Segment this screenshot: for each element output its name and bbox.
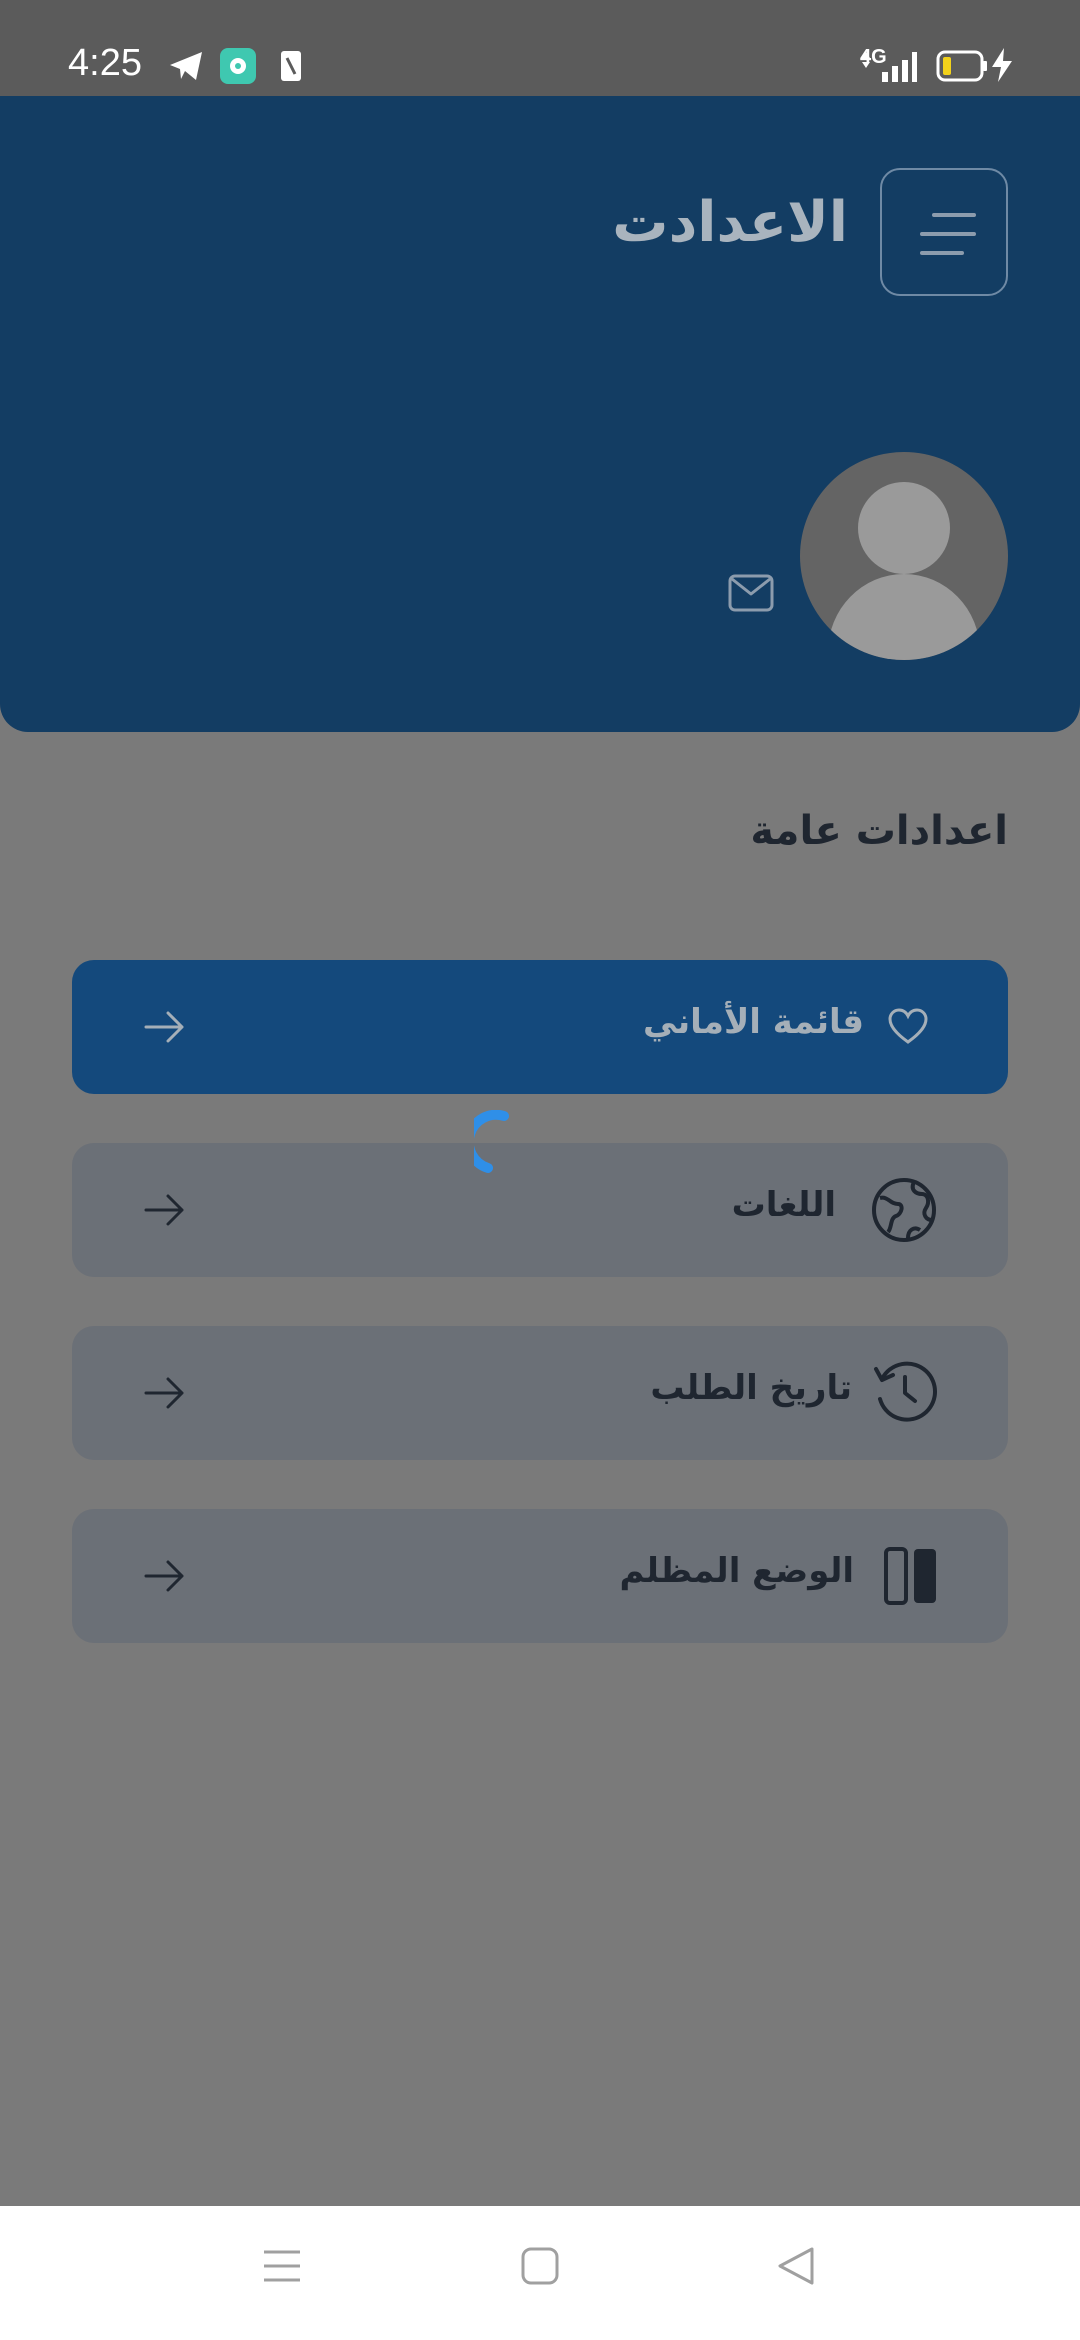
header: الاعدادت bbox=[0, 96, 1080, 732]
arrow-right-icon bbox=[144, 1377, 184, 1409]
history-icon bbox=[874, 1361, 937, 1422]
user-avatar[interactable] bbox=[800, 452, 1008, 660]
settings-item-label: الوضع المظلم bbox=[619, 1551, 854, 1591]
mail-icon[interactable] bbox=[728, 574, 774, 612]
home-icon[interactable] bbox=[520, 2246, 560, 2286]
status-bar: 4:25 4G bbox=[0, 0, 1080, 96]
back-icon[interactable] bbox=[776, 2246, 816, 2286]
settings-item-label: اللغات bbox=[731, 1185, 836, 1225]
dark-mode-icon bbox=[884, 1547, 936, 1605]
section-title: اعدادات عامة bbox=[750, 808, 1008, 854]
navigation-bar bbox=[0, 2206, 1080, 2340]
sim-icon bbox=[281, 51, 301, 81]
settings-item-label: تاريخ الطلب bbox=[650, 1368, 852, 1408]
settings-item-languages[interactable]: اللغات bbox=[72, 1143, 1008, 1277]
menu-button[interactable] bbox=[880, 168, 1008, 296]
settings-item-label: قائمة الأماني bbox=[643, 1002, 864, 1042]
menu-icon bbox=[920, 213, 976, 255]
settings-item-order-history[interactable]: تاريخ الطلب bbox=[72, 1326, 1008, 1460]
arrow-right-icon bbox=[144, 1194, 184, 1226]
telegram-icon bbox=[170, 52, 202, 80]
settings-item-dark-mode[interactable]: الوضع المظلم bbox=[72, 1509, 1008, 1643]
recent-apps-icon[interactable] bbox=[262, 2246, 302, 2286]
signal-icon bbox=[862, 52, 917, 82]
page-title: الاعدادت bbox=[612, 190, 848, 255]
globe-icon bbox=[872, 1178, 936, 1242]
settings-item-wishlist[interactable]: قائمة الأماني bbox=[72, 960, 1008, 1094]
battery-icon bbox=[936, 50, 987, 82]
arrow-right-icon bbox=[144, 1011, 184, 1043]
status-time: 4:25 bbox=[68, 42, 142, 84]
charging-icon bbox=[992, 48, 1012, 82]
loading-spinner-icon bbox=[474, 1110, 509, 1173]
app-notification-icon bbox=[220, 48, 256, 84]
heart-icon bbox=[888, 1008, 928, 1044]
arrow-right-icon bbox=[144, 1560, 184, 1592]
user-avatar-icon bbox=[828, 482, 980, 660]
